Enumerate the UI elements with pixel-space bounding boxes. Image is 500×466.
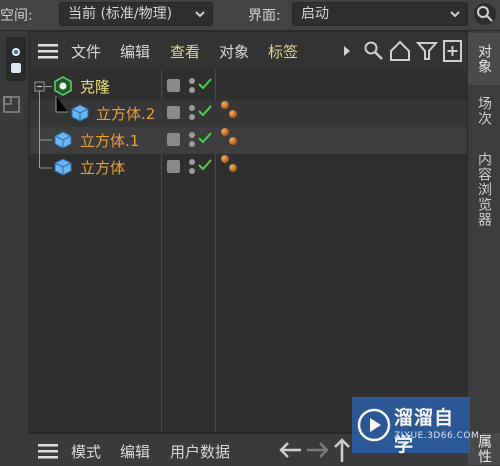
layer-button[interactable] [167, 160, 180, 173]
top-bar: 空间: 当前 (标准/物理) 界面: 启动 [0, 0, 500, 31]
enabled-check-icon[interactable] [198, 105, 212, 117]
menu-user-data[interactable]: 用户数据 [170, 441, 230, 462]
hamburger-menu-icon[interactable] [38, 442, 58, 460]
render-visibility-dot[interactable] [189, 114, 195, 120]
space-label: 空间: [0, 8, 33, 24]
play-arrow-icon[interactable] [343, 46, 351, 56]
menu-edit[interactable]: 编辑 [120, 441, 150, 462]
left-tool-strip [0, 31, 28, 465]
play-logo-icon [357, 408, 391, 442]
material-tag-icon[interactable] [221, 101, 229, 109]
object-name-cube-2[interactable]: 立方体.2 [96, 103, 155, 124]
space-dropdown[interactable]: 当前 (标准/物理) [59, 2, 213, 26]
cube-icon [54, 131, 72, 149]
home-icon[interactable] [388, 39, 412, 63]
material-tag-icon[interactable] [221, 155, 229, 163]
layout-dropdown-value: 启动 [301, 6, 329, 22]
watermark-title: 溜溜自学 [394, 407, 455, 456]
search-icon[interactable] [363, 40, 385, 62]
render-visibility-dot[interactable] [189, 168, 195, 174]
space-dropdown-value: 当前 (标准/物理) [68, 6, 173, 22]
enabled-check-icon[interactable] [198, 78, 212, 90]
new-window-icon[interactable] [442, 39, 464, 63]
layer-button[interactable] [167, 79, 180, 92]
material-tag-icon[interactable] [229, 137, 237, 145]
render-visibility-dot[interactable] [189, 87, 195, 93]
menu-tags[interactable]: 标签 [268, 41, 298, 62]
layout-label: 界面: [248, 8, 281, 24]
object-menu-bar: 文件 编辑 查看 对象 标签 [29, 36, 467, 66]
layer-button[interactable] [167, 133, 180, 146]
tab-objects[interactable]: 对象 [468, 33, 500, 85]
object-name-cloner[interactable]: 克隆 [80, 76, 110, 97]
arrow-left-icon[interactable] [277, 440, 303, 460]
hamburger-menu-icon[interactable] [38, 42, 58, 60]
menu-view[interactable]: 查看 [170, 41, 200, 62]
render-visibility-dot[interactable] [189, 141, 195, 147]
arrow-up-icon[interactable] [332, 436, 352, 464]
watermark-badge: 溜溜自学 ZIXUE.3D66.COM [352, 397, 479, 456]
menu-mode[interactable]: 模式 [71, 441, 101, 462]
object-name-cube[interactable]: 立方体 [80, 157, 125, 178]
panel-toggle-button[interactable] [6, 37, 26, 81]
tab-takes[interactable]: 场次 [468, 87, 500, 135]
cloner-icon [54, 76, 72, 96]
editor-visibility-dot[interactable] [189, 132, 195, 138]
cube-icon [54, 158, 72, 176]
menu-file[interactable]: 文件 [71, 41, 101, 62]
chevron-down-icon [195, 11, 205, 18]
object-manager-icon [11, 48, 21, 73]
arrow-right-icon[interactable] [305, 440, 331, 460]
material-tag-icon[interactable] [229, 164, 237, 172]
right-tab-strip: 对象 场次 内容浏览器 属性 [468, 31, 500, 465]
object-name-cube-1[interactable]: 立方体.1 [80, 130, 139, 151]
chevron-down-icon [450, 11, 460, 18]
search-button[interactable] [474, 3, 496, 25]
layer-button[interactable] [167, 106, 180, 119]
material-tag-icon[interactable] [221, 128, 229, 136]
menu-edit[interactable]: 编辑 [120, 41, 150, 62]
layout-icon[interactable] [2, 95, 22, 115]
search-icon [477, 6, 493, 22]
enabled-check-icon[interactable] [198, 132, 212, 144]
editor-visibility-dot[interactable] [189, 159, 195, 165]
menu-object[interactable]: 对象 [219, 41, 249, 62]
tab-content-browser[interactable]: 内容浏览器 [468, 137, 500, 241]
material-tag-icon[interactable] [229, 110, 237, 118]
layout-dropdown[interactable]: 启动 [292, 2, 468, 26]
editor-visibility-dot[interactable] [189, 105, 195, 111]
enabled-check-icon[interactable] [198, 159, 212, 171]
watermark-url: ZIXUE.3D66.COM [394, 431, 480, 441]
filter-icon[interactable] [416, 40, 438, 62]
cube-icon [71, 104, 89, 122]
editor-visibility-dot[interactable] [189, 78, 195, 84]
